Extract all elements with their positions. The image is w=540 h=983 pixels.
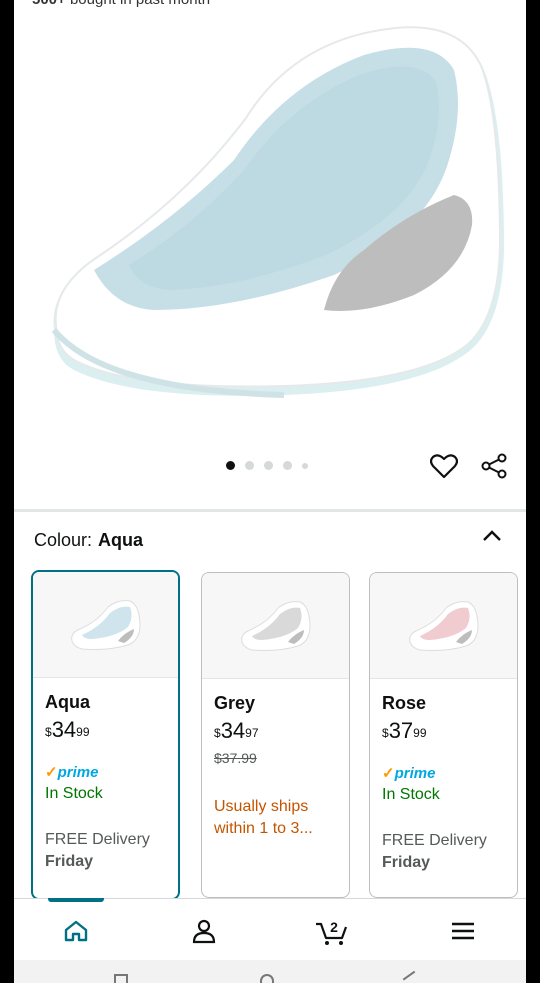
home-icon[interactable] (56, 911, 96, 951)
share-icon[interactable] (478, 450, 510, 482)
colour-value: Aqua (98, 530, 144, 550)
variant-price: $3499 (45, 717, 90, 742)
variant-thumbnail (33, 572, 178, 678)
bought-count: 500+ bought in past month (32, 0, 210, 8)
heart-icon[interactable] (428, 450, 460, 482)
account-icon[interactable] (184, 911, 224, 951)
prime-badge: ✓prime (45, 764, 99, 781)
system-navigation-bar (14, 960, 526, 983)
variant-thumbnail (202, 573, 349, 679)
bottom-navigation: 2 (14, 898, 526, 960)
back-icon[interactable] (402, 970, 420, 983)
prime-badge: ✓prime (382, 765, 436, 782)
variant-thumbnail (370, 573, 517, 679)
was-price: $37.99 (214, 750, 257, 766)
active-tab-indicator (48, 898, 104, 902)
variant-price: $3799 (382, 718, 427, 743)
section-divider (14, 509, 526, 512)
colour-label: Colour: (34, 530, 93, 550)
delivery-info: FREE Delivery (45, 831, 150, 848)
variant-name: Aqua (45, 692, 90, 712)
pagination-dot[interactable] (245, 461, 254, 470)
availability: Usually ships within 1 to 3... (214, 798, 313, 837)
variant-card-grey[interactable]: Grey $3497 $37.99 Usually ships within 1… (201, 572, 350, 898)
delivery-day: Friday (382, 854, 431, 871)
image-pagination[interactable] (226, 461, 308, 470)
product-page: 500+ bought in past month Colour:Aqua (14, 0, 526, 983)
delivery-day: Friday (45, 853, 94, 870)
home-system-icon[interactable] (260, 974, 274, 983)
cart-icon[interactable]: 2 (312, 911, 352, 951)
chevron-up-icon[interactable] (478, 522, 506, 550)
pagination-dot[interactable] (283, 461, 292, 470)
pagination-dot[interactable] (226, 461, 235, 470)
variant-card-aqua[interactable]: Aqua $3499 ✓prime In Stock FREE Delivery… (31, 570, 180, 900)
variant-name: Grey (214, 693, 256, 713)
recent-apps-icon[interactable] (114, 974, 128, 983)
pagination-dot[interactable] (264, 461, 273, 470)
pagination-dot[interactable] (302, 462, 308, 469)
variant-name: Rose (382, 693, 427, 713)
variant-card-rose[interactable]: Rose $3799 ✓prime In Stock FREE Delivery… (369, 572, 518, 898)
variant-price: $3497 (214, 718, 259, 743)
cart-count: 2 (330, 919, 338, 935)
delivery-info: FREE Delivery (382, 832, 487, 849)
colour-selection: Colour: Aqua (34, 530, 143, 551)
availability: In Stock (382, 786, 440, 803)
menu-icon[interactable] (443, 911, 483, 951)
product-image[interactable] (34, 10, 514, 420)
availability: In Stock (45, 785, 103, 802)
